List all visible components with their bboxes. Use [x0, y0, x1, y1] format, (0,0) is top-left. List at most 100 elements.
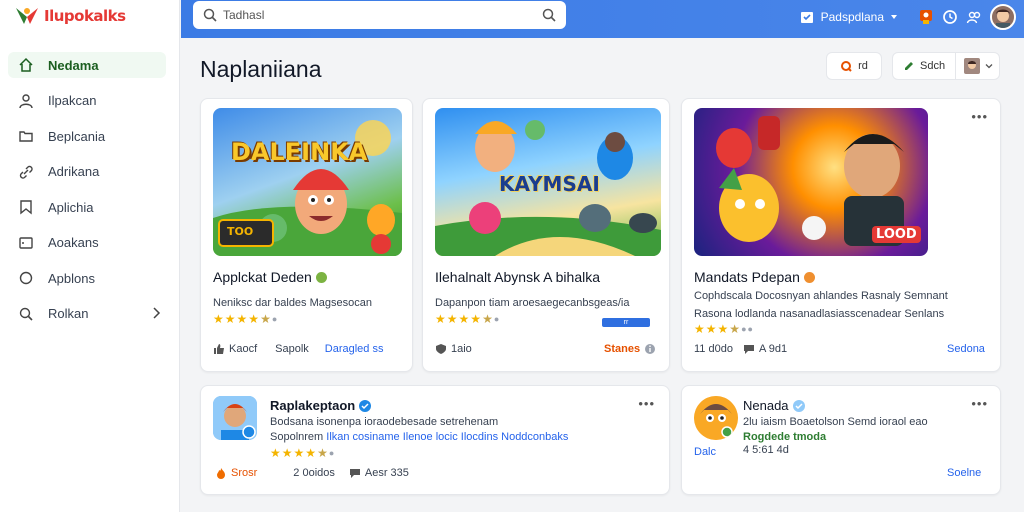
card-description-secondary: Rasona lodlanda nasanadlasiasscenadear S… [694, 308, 945, 320]
sidebar-item-user[interactable]: Ilpakcan [8, 88, 166, 114]
star-icon: ★ [717, 322, 729, 336]
user-avatar[interactable] [990, 4, 1016, 30]
search-input[interactable] [223, 8, 542, 22]
sort-button[interactable]: Sdch [893, 53, 955, 79]
card-title: Ilehalnalt Abynsk A bihalka [435, 269, 600, 285]
sidebar-item-label: Rolkan [48, 306, 89, 321]
info-icon[interactable] [644, 343, 656, 355]
app-logo[interactable]: Ilupokalks [14, 5, 126, 27]
card-title: Raplakeptaon [270, 398, 372, 413]
star-icon: ★ [270, 446, 281, 460]
card-footer: 1aio [435, 343, 472, 355]
card-link[interactable]: Daragled ss [325, 343, 384, 355]
search-box[interactable] [193, 1, 566, 29]
card-link[interactable]: Sedona [947, 343, 985, 355]
sidebar-nav: Nedama Ilpakcan Beplcania Adrikana Aplic… [8, 52, 166, 336]
sidebar-item-label: Nedama [48, 57, 99, 73]
link-icon [19, 165, 33, 179]
app-card[interactable]: Raplakeptaon ••• Bodsana isonenpa ioraod… [200, 385, 670, 495]
panel-icon [19, 236, 33, 249]
card-link[interactable]: Dalc [694, 446, 716, 458]
sidebar-item-label: Ilpakcan [48, 93, 97, 108]
star-icon: ★ [281, 446, 293, 460]
card-link[interactable]: Soelne [947, 467, 981, 479]
footer-stat: A 9d1 [758, 343, 788, 355]
progress-label: rr [623, 319, 629, 326]
more-options-icon[interactable]: ••• [638, 396, 655, 411]
sidebar-item-home[interactable]: Nedama [8, 52, 166, 78]
app-card[interactable]: Nenada ••• 2lu iaism Boaetolson Semd ior… [681, 385, 1001, 495]
star-icon: ★ [224, 312, 236, 326]
folder-icon [19, 131, 33, 142]
rating-stars: ★ ★ ★ ★ ★ ● [270, 447, 334, 459]
footer-stat: Sapolk [275, 343, 309, 355]
sidebar-item-label: Adrikana [48, 164, 100, 179]
clock-icon[interactable] [942, 9, 958, 25]
footer-stat: 2 0oidos [293, 467, 335, 479]
status-dot-icon [315, 271, 327, 283]
sort-button-group: Sdch [892, 52, 1000, 80]
home-icon [19, 57, 33, 72]
card-description: Neniksc dar baldes Magsesocan [213, 297, 372, 309]
rating-stars: ★ ★ ★ ★ ★ ● [213, 313, 277, 325]
star-empty-icon: ● [493, 314, 500, 324]
chevron-down-icon [985, 64, 993, 69]
card-footer: Kaocf Sapolk Daragled ss [213, 343, 383, 355]
users-icon[interactable] [966, 9, 982, 25]
card-footer-right: Soelne [947, 467, 981, 479]
card-title-text: Mandats Pdepan [694, 269, 800, 285]
bookmark-icon [20, 200, 32, 215]
user-icon [19, 93, 33, 108]
star-icon: ★ [694, 322, 705, 336]
app-card[interactable]: DALEINKA TOO Applckat Deden Neniksc dar … [200, 98, 413, 372]
filter-button[interactable]: rd [826, 52, 882, 80]
card-footer-right: Sedona [947, 343, 985, 355]
card-description: Dapanpon tiam aroesaegecanbsgeas/ia [435, 297, 630, 309]
card-description: 2lu iaism Boaetolson Semd ioraol eao [743, 416, 928, 428]
chevron-right-icon[interactable] [150, 306, 162, 320]
app-thumbnail[interactable]: DALEINKA TOO [213, 108, 402, 256]
sidebar-item-bookmark[interactable]: Aplichia [8, 194, 166, 220]
desc-link[interactable]: Ilkan cosiname Ilenoe locic Ilocdins Nod… [326, 431, 568, 443]
footer-stat: 1aio [451, 343, 472, 355]
search-submit-icon[interactable] [542, 8, 556, 22]
app-avatar[interactable] [213, 396, 257, 440]
sidebar-item-settings[interactable]: Rolkan [8, 301, 166, 327]
app-avatar[interactable] [694, 396, 738, 440]
more-options-icon[interactable]: ••• [971, 109, 988, 124]
sort-button-label: Sdch [920, 60, 946, 72]
star-empty-icon: ● [328, 448, 335, 458]
card-link[interactable]: Stanes [604, 343, 640, 355]
profile-menu-button[interactable] [955, 53, 1001, 79]
sidebar-item-link[interactable]: Adrikana [8, 159, 166, 185]
star-icon: ★ [248, 312, 260, 326]
card-description: Bodsana isonenpa ioraodebesade setrehena… [270, 416, 499, 428]
app-card[interactable]: LOOD ••• Mandats Pdepan Cophdscala Docos… [681, 98, 1001, 372]
desc-prefix: Sopolnrem [270, 431, 324, 443]
sidebar-item-folder[interactable]: Beplcania [8, 123, 166, 149]
app-name: Ilupokalks [44, 7, 126, 25]
comment-icon [349, 469, 360, 478]
sidebar-item-label: Beplcania [48, 128, 106, 144]
app-card[interactable]: KAYMSAI Ilehalnalt Abynsk A bihalka Dapa… [422, 98, 670, 372]
star-icon: ★ [213, 312, 224, 326]
sidebar: Ilupokalks Nedama Ilpakcan Beplcania Adr… [0, 0, 180, 512]
card-title-text: Nenada [743, 398, 789, 413]
more-options-icon[interactable]: ••• [971, 396, 988, 411]
caret-down-icon [891, 15, 897, 19]
card-title-text: Ilehalnalt Abynsk A bihalka [435, 269, 601, 285]
search-icon [203, 8, 217, 22]
sidebar-item-label: Apblons [48, 270, 95, 286]
thumbs-up-icon[interactable] [213, 343, 225, 355]
badge-icon[interactable] [918, 9, 934, 25]
star-half-icon: ★ [260, 312, 271, 326]
app-thumbnail[interactable]: LOOD [694, 108, 928, 256]
page-title: Naplaniiana [200, 56, 322, 82]
topbar-actions: Padspdlana [799, 4, 1016, 30]
account-switcher[interactable]: Padspdlana [799, 9, 898, 25]
status-dot-icon [803, 271, 815, 283]
sidebar-item-panel[interactable]: Aoakans [8, 230, 166, 256]
app-thumbnail[interactable]: KAYMSAI [435, 108, 661, 256]
sidebar-item-circle[interactable]: Apblons [8, 265, 166, 291]
star-icon: ★ [458, 312, 470, 326]
